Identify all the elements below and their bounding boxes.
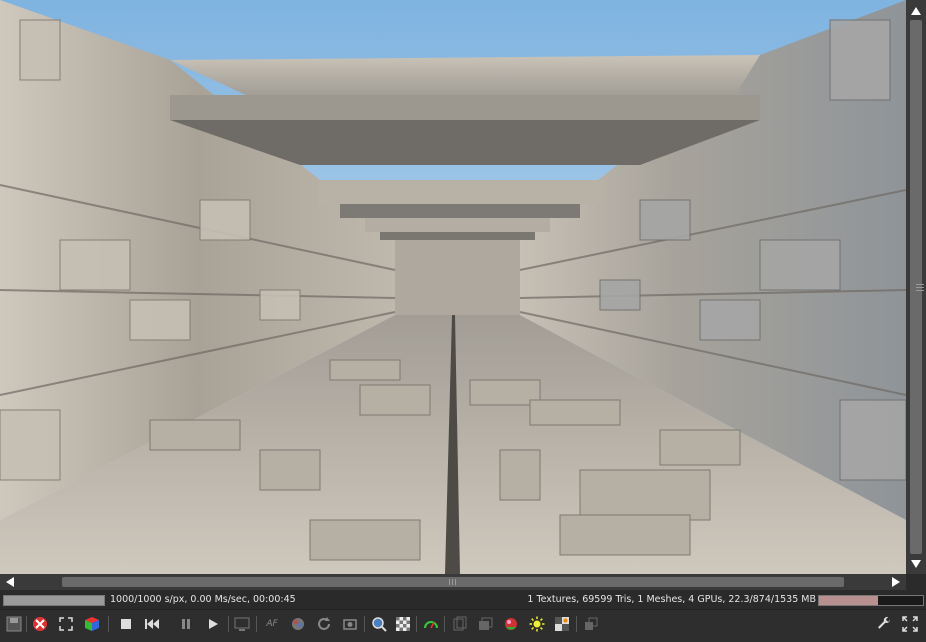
separator: [416, 616, 417, 632]
separator: [444, 616, 445, 632]
render-stats: 1000/1000 s/px, 0.00 Ms/sec, 00:00:45: [110, 594, 296, 605]
autofocus-icon: AF: [266, 619, 278, 629]
material-button[interactable]: [501, 614, 521, 634]
camera-icon: [343, 619, 357, 630]
settings-button[interactable]: [874, 614, 894, 634]
picker-button[interactable]: [369, 614, 389, 634]
stop-button[interactable]: [116, 614, 136, 634]
restart-button[interactable]: [142, 614, 162, 634]
crop-icon: [585, 617, 598, 630]
separator: [108, 616, 109, 632]
refresh-button[interactable]: [314, 614, 334, 634]
white-balance-button[interactable]: [288, 614, 308, 634]
gauge-icon: [424, 621, 438, 629]
scroll-right-icon[interactable]: [888, 574, 904, 590]
play-button[interactable]: [203, 614, 223, 634]
stop-icon: [121, 619, 131, 629]
sphere-icon: [505, 618, 517, 630]
monitor-icon: [234, 617, 250, 631]
scrollbar-corner: [906, 574, 926, 590]
scroll-up-icon[interactable]: [906, 2, 926, 20]
cube-icon: [85, 617, 99, 631]
copy-button[interactable]: [449, 614, 469, 634]
separator: [228, 616, 229, 632]
horizontal-scroll-thumb[interactable]: [62, 577, 844, 587]
magnifier-icon: [372, 617, 387, 632]
clear-button[interactable]: [30, 614, 50, 634]
camera-button[interactable]: [340, 614, 360, 634]
fit-view-button[interactable]: [56, 614, 76, 634]
fullscreen-button[interactable]: [900, 614, 920, 634]
separator: [364, 616, 365, 632]
save-icon: [6, 616, 22, 632]
memory-usage-fill: [819, 596, 879, 605]
texture-icon: [555, 617, 569, 631]
expand-icon: [59, 617, 73, 631]
clear-icon: [33, 617, 47, 631]
wrench-icon: [878, 616, 890, 629]
fullscreen-icon: [902, 616, 918, 632]
refresh-icon: [318, 617, 330, 630]
play-icon: [209, 619, 218, 629]
pause-button[interactable]: [176, 614, 196, 634]
color-wheel-icon: [292, 618, 304, 630]
skip-back-icon: [145, 619, 159, 629]
autofocus-button[interactable]: AF: [262, 614, 282, 634]
crop-button[interactable]: [581, 614, 601, 634]
scroll-left-icon[interactable]: [2, 574, 18, 590]
sun-button[interactable]: [527, 614, 547, 634]
render-image: [0, 0, 906, 574]
save-render-button[interactable]: [4, 614, 24, 634]
layers-button[interactable]: [475, 614, 495, 634]
vertical-scroll-thumb[interactable]: [910, 20, 924, 554]
horizontal-scrollbar[interactable]: [0, 574, 906, 590]
separator: [576, 616, 577, 632]
status-bar: 1000/1000 s/px, 0.00 Ms/sec, 00:00:45 1 …: [0, 591, 926, 609]
scroll-down-icon[interactable]: [906, 555, 926, 573]
memory-usage-bar: [818, 595, 924, 606]
render-toolbar: AF: [0, 609, 926, 642]
layers-icon: [479, 617, 493, 630]
color-cube-button[interactable]: [82, 614, 102, 634]
render-progress-fill: [4, 596, 104, 605]
alpha-button[interactable]: [393, 614, 413, 634]
pause-icon: [182, 619, 190, 629]
vertical-scrollbar[interactable]: [906, 0, 926, 574]
render-viewport[interactable]: [0, 0, 906, 574]
separator: [26, 616, 27, 632]
region-render-button[interactable]: [232, 614, 252, 634]
checkerboard-icon: [396, 617, 410, 631]
sun-icon: [529, 616, 545, 632]
separator: [256, 616, 257, 632]
copy-icon: [453, 616, 467, 631]
scene-stats: 1 Textures, 69599 Tris, 1 Meshes, 4 GPUs…: [527, 594, 816, 605]
gpu-meter-button[interactable]: [421, 614, 441, 634]
texture-button[interactable]: [552, 614, 572, 634]
render-progress-bar: [3, 595, 105, 606]
